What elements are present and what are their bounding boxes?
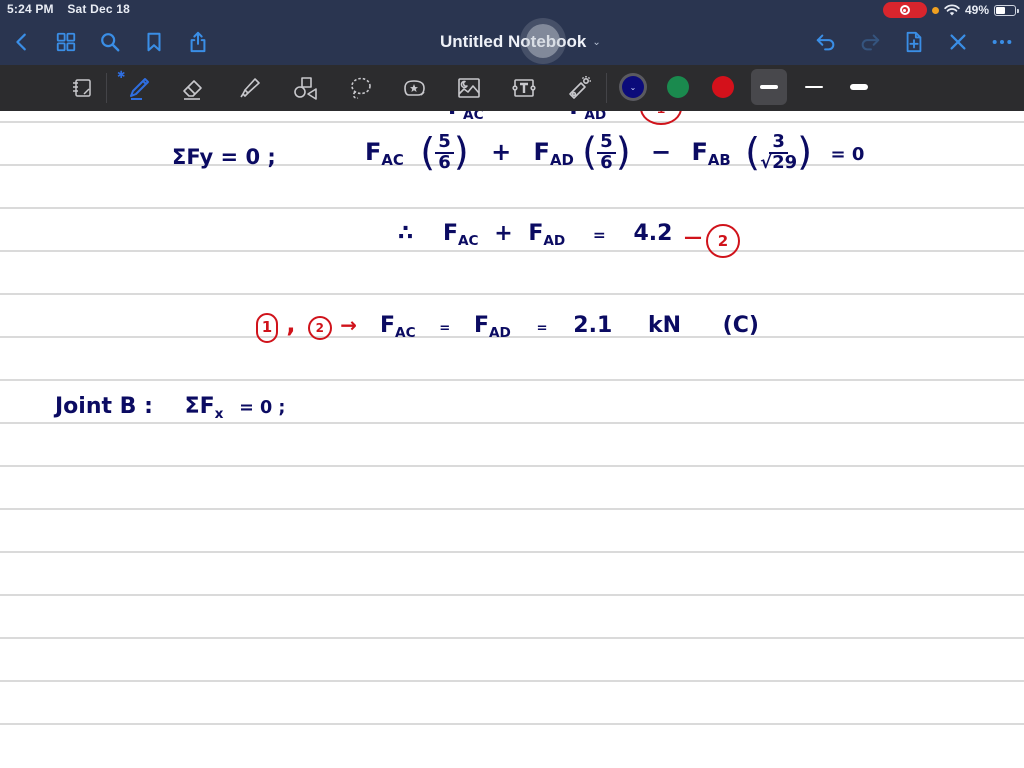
close-button[interactable] xyxy=(946,30,970,54)
top-navigation-bar: 5:24 PM Sat Dec 18 49% Untitled Notebook… xyxy=(0,0,1024,65)
color-swatch-navy[interactable]: ⌄ xyxy=(622,76,644,98)
stroke-medium-icon xyxy=(760,85,778,89)
reference-eq-1: 1 , 2 → xyxy=(256,312,357,343)
bookmark-icon xyxy=(147,32,161,52)
status-bar-right: 49% xyxy=(882,1,1019,19)
ruled-line xyxy=(0,293,1024,295)
stroke-width-thick[interactable] xyxy=(841,69,877,105)
page-view-icon xyxy=(73,79,91,97)
more-button[interactable] xyxy=(990,30,1014,54)
thumbnails-button[interactable] xyxy=(54,30,78,54)
search-button[interactable] xyxy=(98,30,122,54)
highlighter-icon xyxy=(240,78,260,98)
notebook-title: Untitled Notebook xyxy=(440,32,587,51)
undo-icon xyxy=(816,34,835,51)
handwriting-equilibrium-y: FAC (5 6) + FAD (5 6) − FAB (3 √29) = 0 xyxy=(365,129,865,175)
handwriting-sum-fy-label: ΣFy = 0 ; xyxy=(172,145,276,169)
pen-tool-button[interactable] xyxy=(123,72,155,104)
more-icon xyxy=(992,39,1012,45)
handwriting-joint-b: Joint B : ΣFx = 0 ; xyxy=(55,394,286,422)
redo-icon xyxy=(861,34,880,51)
share-button[interactable] xyxy=(186,30,210,54)
image-icon xyxy=(458,78,480,98)
close-icon xyxy=(950,34,966,50)
stroke-width-medium[interactable] xyxy=(751,69,787,105)
ruled-line xyxy=(0,594,1024,596)
thumbnails-icon xyxy=(56,32,76,52)
battery-percent: 49% xyxy=(964,3,989,17)
laser-pointer-tool-button[interactable] xyxy=(563,72,595,104)
ruled-line xyxy=(0,637,1024,639)
ruled-line xyxy=(0,207,1024,209)
stroke-width-thin[interactable] xyxy=(796,69,832,105)
sticker-icon xyxy=(404,80,425,96)
ruled-line xyxy=(0,250,1024,252)
shapes-icon xyxy=(294,77,317,100)
tag-connector-dash: — xyxy=(684,227,702,248)
notebook-page[interactable]: FAC = FAD 1 ΣFy = 0 ; FAC (56) + FAD (56… xyxy=(0,111,1024,768)
record-icon xyxy=(899,5,910,15)
eraser-icon xyxy=(183,80,202,100)
ruled-line xyxy=(0,551,1024,553)
equation-tag-2: 2 xyxy=(706,224,740,258)
share-icon xyxy=(190,31,206,53)
bookmark-button[interactable] xyxy=(142,30,166,54)
wifi-icon xyxy=(944,4,960,16)
screen-recording-indicator[interactable] xyxy=(882,2,927,18)
bluetooth-pencil-icon: ✱ xyxy=(117,70,126,81)
status-date: Sat Dec 18 xyxy=(67,2,131,16)
lasso-icon xyxy=(351,77,371,99)
chevron-down-icon: ⌄ xyxy=(592,36,601,48)
pen-icon xyxy=(130,78,149,100)
elements-tool-button[interactable] xyxy=(398,72,430,104)
status-bar-left: 5:24 PM Sat Dec 18 xyxy=(7,2,140,16)
add-page-button[interactable] xyxy=(902,30,926,54)
text-tool-button[interactable] xyxy=(508,72,540,104)
lasso-tool-button[interactable] xyxy=(344,72,376,104)
stroke-thick-icon xyxy=(850,84,868,90)
undo-button[interactable] xyxy=(814,30,838,54)
text-box-icon xyxy=(512,79,536,97)
color-swatch-green[interactable] xyxy=(667,76,689,98)
handwriting-partial-line: FAC = FAD xyxy=(448,111,607,123)
highlighter-tool-button[interactable] xyxy=(233,72,265,104)
shapes-tool-button[interactable] xyxy=(289,72,321,104)
ruled-line xyxy=(0,465,1024,467)
back-icon xyxy=(16,33,26,51)
handwriting-sum-result: ∴ FAC + FAD = 4.2 xyxy=(398,221,673,249)
notebook-title-button[interactable]: Untitled Notebook ⌄ xyxy=(440,32,601,52)
battery-icon xyxy=(994,4,1019,16)
eraser-tool-button[interactable] xyxy=(177,72,209,104)
status-time: 5:24 PM xyxy=(7,2,54,16)
handwriting-force-result: FAC = FAD = 2.1 kN (C) xyxy=(380,313,759,341)
ruled-line xyxy=(0,508,1024,510)
ruled-line xyxy=(0,723,1024,725)
redo-button[interactable] xyxy=(858,30,882,54)
microphone-in-use-dot xyxy=(931,6,939,14)
image-tool-button[interactable] xyxy=(453,72,485,104)
read-only-toggle-button[interactable] xyxy=(66,72,98,104)
back-button[interactable] xyxy=(10,30,34,54)
chevron-down-icon: ⌄ xyxy=(629,82,637,92)
search-icon xyxy=(101,33,120,52)
add-page-icon xyxy=(906,31,922,53)
color-swatch-red[interactable] xyxy=(712,76,734,98)
ruled-line xyxy=(0,422,1024,424)
ruled-line xyxy=(0,379,1024,381)
laser-pointer-icon xyxy=(569,76,591,99)
stroke-thin-icon xyxy=(805,86,823,88)
ruled-line xyxy=(0,680,1024,682)
